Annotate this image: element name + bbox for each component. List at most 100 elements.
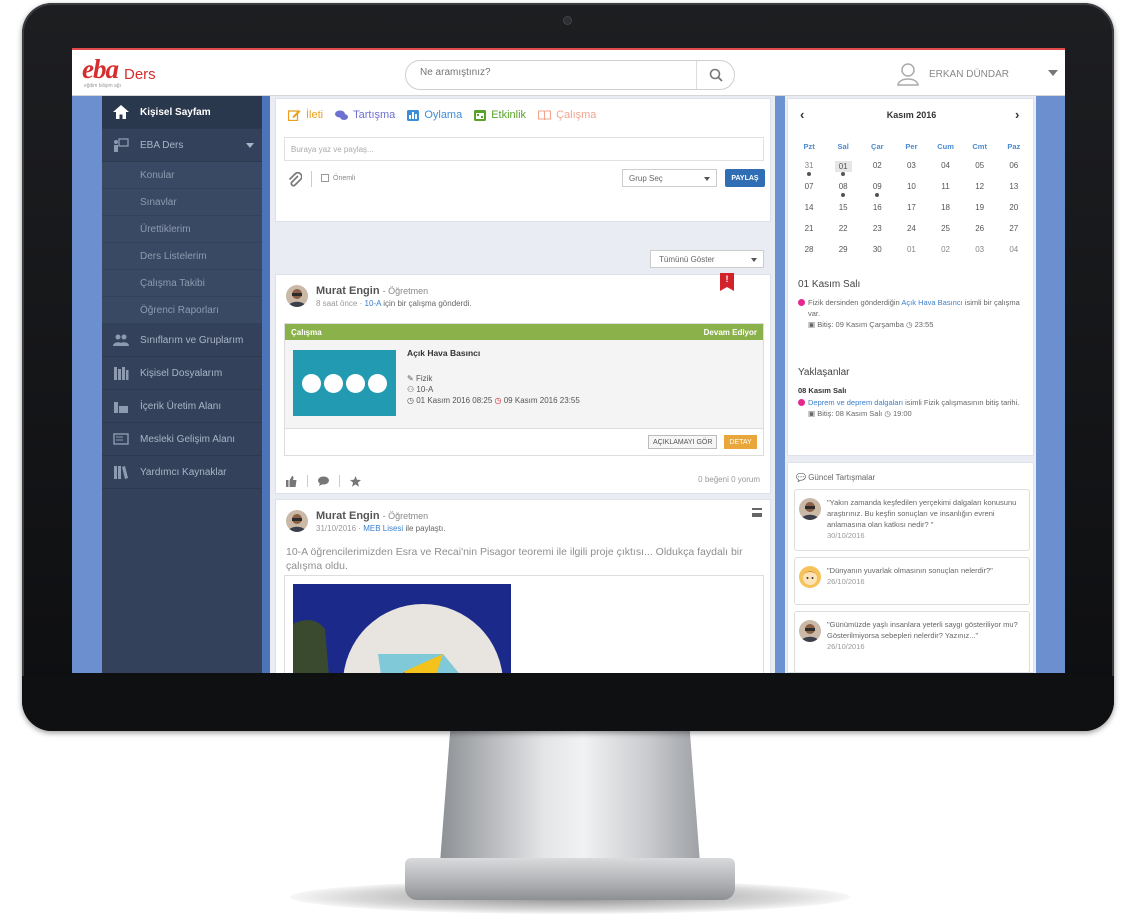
calendar-day[interactable]: 02 bbox=[929, 242, 963, 263]
caret-down-icon bbox=[246, 143, 254, 148]
webcam-icon bbox=[564, 17, 571, 24]
book-icon bbox=[538, 109, 552, 120]
calendar-day[interactable]: 13 bbox=[997, 179, 1031, 200]
sidebar-item-mesleki-gelisim[interactable]: Mesleki Gelişim Alanı bbox=[102, 423, 262, 456]
feed-filter-select[interactable]: Tümünü Göster bbox=[650, 250, 764, 268]
calendar-day[interactable]: 21 bbox=[792, 221, 826, 242]
search-input[interactable] bbox=[420, 67, 690, 78]
calendar-day[interactable]: 29 bbox=[826, 242, 860, 263]
sidebar-item-ders-listelerim[interactable]: Ders Listelerim bbox=[102, 243, 262, 270]
comment-count[interactable]: 0 yorum bbox=[731, 475, 760, 484]
discussion-text: "Dünyanın yuvarlak olmasının sonuçları n… bbox=[827, 565, 1027, 587]
calendar-day[interactable]: 31 bbox=[792, 158, 826, 179]
calendar-day[interactable]: 04 bbox=[929, 158, 963, 179]
calendar-day[interactable]: 06 bbox=[997, 158, 1031, 179]
tab-ileti[interactable]: İleti bbox=[288, 109, 323, 121]
sidebar-item-label: Yardımcı Kaynaklar bbox=[140, 466, 227, 478]
calendar-day[interactable]: 17 bbox=[894, 200, 928, 221]
column-gap bbox=[775, 96, 785, 673]
assignment-title[interactable]: Açık Hava Basıncı bbox=[407, 348, 480, 358]
tab-oylama[interactable]: Oylama bbox=[407, 109, 462, 121]
subject-text: Fizik bbox=[415, 374, 433, 383]
calendar-day[interactable]: 25 bbox=[929, 221, 963, 242]
sidebar-item-kisisel-sayfam[interactable]: Kişisel Sayfam bbox=[102, 96, 262, 129]
group-select[interactable]: Grup Seç bbox=[622, 169, 717, 187]
view-description-button[interactable]: AÇIKLAMAYI GÖR bbox=[648, 435, 718, 449]
calendar-day[interactable]: 10 bbox=[894, 179, 928, 200]
share-button[interactable]: PAYLAŞ bbox=[725, 169, 765, 187]
important-checkbox[interactable]: Önemli bbox=[321, 174, 355, 182]
discussion-item[interactable]: "Dünyanın yuvarlak olmasının sonuçları n… bbox=[794, 557, 1030, 605]
calendar-day[interactable]: 09 bbox=[860, 179, 894, 200]
assignment-actions: AÇIKLAMAYI GÖR DETAY bbox=[285, 428, 763, 455]
star-icon[interactable] bbox=[350, 475, 361, 487]
like-count[interactable]: 0 beğeni bbox=[698, 475, 729, 484]
sidebar-item-icerik-uretim[interactable]: İçerik Üretim Alanı bbox=[102, 390, 262, 423]
event-link[interactable]: Açık Hava Basıncı bbox=[901, 298, 962, 307]
calendar-day[interactable]: 12 bbox=[963, 179, 997, 200]
calendar-day[interactable]: 18 bbox=[929, 200, 963, 221]
discussion-item[interactable]: "Günümüzde yaşlı insanlara yeterli saygı… bbox=[794, 611, 1030, 672]
post-target-link[interactable]: 10-A bbox=[365, 299, 381, 308]
tab-tartisma[interactable]: Tartışma bbox=[335, 109, 395, 121]
eba-logo[interactable]: eba Ders eğitim bilişim ağı bbox=[82, 54, 177, 90]
post-image[interactable] bbox=[293, 584, 511, 673]
calendar-day[interactable]: 15 bbox=[826, 200, 860, 221]
calendar-day[interactable]: 26 bbox=[963, 221, 997, 242]
menu-icon[interactable] bbox=[752, 508, 762, 517]
assignment-thumbnail[interactable] bbox=[293, 350, 396, 416]
sidebar-item-sinavlar[interactable]: Sınavlar bbox=[102, 189, 262, 216]
calendar-day[interactable]: 05 bbox=[963, 158, 997, 179]
calendar-day[interactable]: 19 bbox=[963, 200, 997, 221]
calendar-day[interactable]: 11 bbox=[929, 179, 963, 200]
comment-icon[interactable] bbox=[318, 476, 329, 486]
calendar-day[interactable]: 24 bbox=[894, 221, 928, 242]
tab-calisma[interactable]: Çalışma bbox=[538, 109, 596, 121]
calendar-day[interactable]: 03 bbox=[963, 242, 997, 263]
calendar-day[interactable]: 22 bbox=[826, 221, 860, 242]
calendar-day[interactable]: 04 bbox=[997, 242, 1031, 263]
pencil-icon bbox=[288, 110, 301, 121]
sidebar-item-kisisel-dosyalarim[interactable]: Kişisel Dosyalarım bbox=[102, 357, 262, 390]
event-link[interactable]: Deprem ve deprem dalgaları bbox=[808, 398, 903, 407]
sidebar-item-calisma-takibi[interactable]: Çalışma Takibi bbox=[102, 270, 262, 297]
sidebar-item-siniflarim[interactable]: Sınıflarım ve Gruplarım bbox=[102, 324, 262, 357]
calendar-day[interactable]: 30 bbox=[860, 242, 894, 263]
selected-date: 01 Kasım Salı bbox=[798, 279, 861, 290]
calendar-day-selected[interactable]: 01 bbox=[826, 158, 860, 179]
calendar-day[interactable]: 02 bbox=[860, 158, 894, 179]
like-icon[interactable] bbox=[286, 475, 297, 487]
avatar[interactable] bbox=[286, 510, 308, 532]
sidebar-item-yardimci-kaynaklar[interactable]: Yardımcı Kaynaklar bbox=[102, 456, 262, 489]
post-target-link[interactable]: MEB Lisesi bbox=[363, 524, 403, 533]
post-author[interactable]: Murat Engin - Öğretmen bbox=[316, 285, 428, 297]
attachment-icon[interactable] bbox=[288, 171, 303, 191]
post-author[interactable]: Murat Engin - Öğretmen bbox=[316, 510, 428, 522]
calendar-day[interactable]: 28 bbox=[792, 242, 826, 263]
sidebar-item-ogrenci-raporlari[interactable]: Öğrenci Raporları bbox=[102, 297, 262, 324]
chevron-down-icon[interactable] bbox=[1048, 70, 1058, 76]
search-button[interactable] bbox=[696, 61, 734, 89]
calendar-day[interactable]: 07 bbox=[792, 179, 826, 200]
calendar-day[interactable]: 23 bbox=[860, 221, 894, 242]
sidebar-item-eba-ders[interactable]: EBA Ders bbox=[102, 129, 262, 162]
calendar-day[interactable]: 14 bbox=[792, 200, 826, 221]
avatar[interactable] bbox=[286, 285, 308, 307]
detail-button[interactable]: DETAY bbox=[724, 435, 757, 449]
calendar-day[interactable]: 20 bbox=[997, 200, 1031, 221]
calendar-day[interactable]: 03 bbox=[894, 158, 928, 179]
sidebar-item-konular[interactable]: Konular bbox=[102, 162, 262, 189]
calendar-day[interactable]: 16 bbox=[860, 200, 894, 221]
checkbox[interactable] bbox=[321, 174, 329, 182]
calendar-day[interactable]: 27 bbox=[997, 221, 1031, 242]
sidebar-item-urettiklerim[interactable]: Ürettiklerim bbox=[102, 216, 262, 243]
discussion-item[interactable]: "Yakın zamanda keşfedilen yerçekimi dalg… bbox=[794, 489, 1030, 551]
calendar-day[interactable]: 01 bbox=[894, 242, 928, 263]
discussions-title-text: Güncel Tartışmalar bbox=[808, 473, 876, 482]
post-input[interactable]: Buraya yaz ve paylaş... bbox=[284, 137, 764, 161]
calendar-day[interactable]: 08 bbox=[826, 179, 860, 200]
tab-etkinlik[interactable]: Etkinlik bbox=[474, 109, 526, 121]
author-role: - Öğretmen bbox=[382, 286, 429, 296]
tab-label: İleti bbox=[306, 109, 324, 121]
user-menu[interactable]: ERKAN DÜNDAR bbox=[897, 60, 1009, 88]
